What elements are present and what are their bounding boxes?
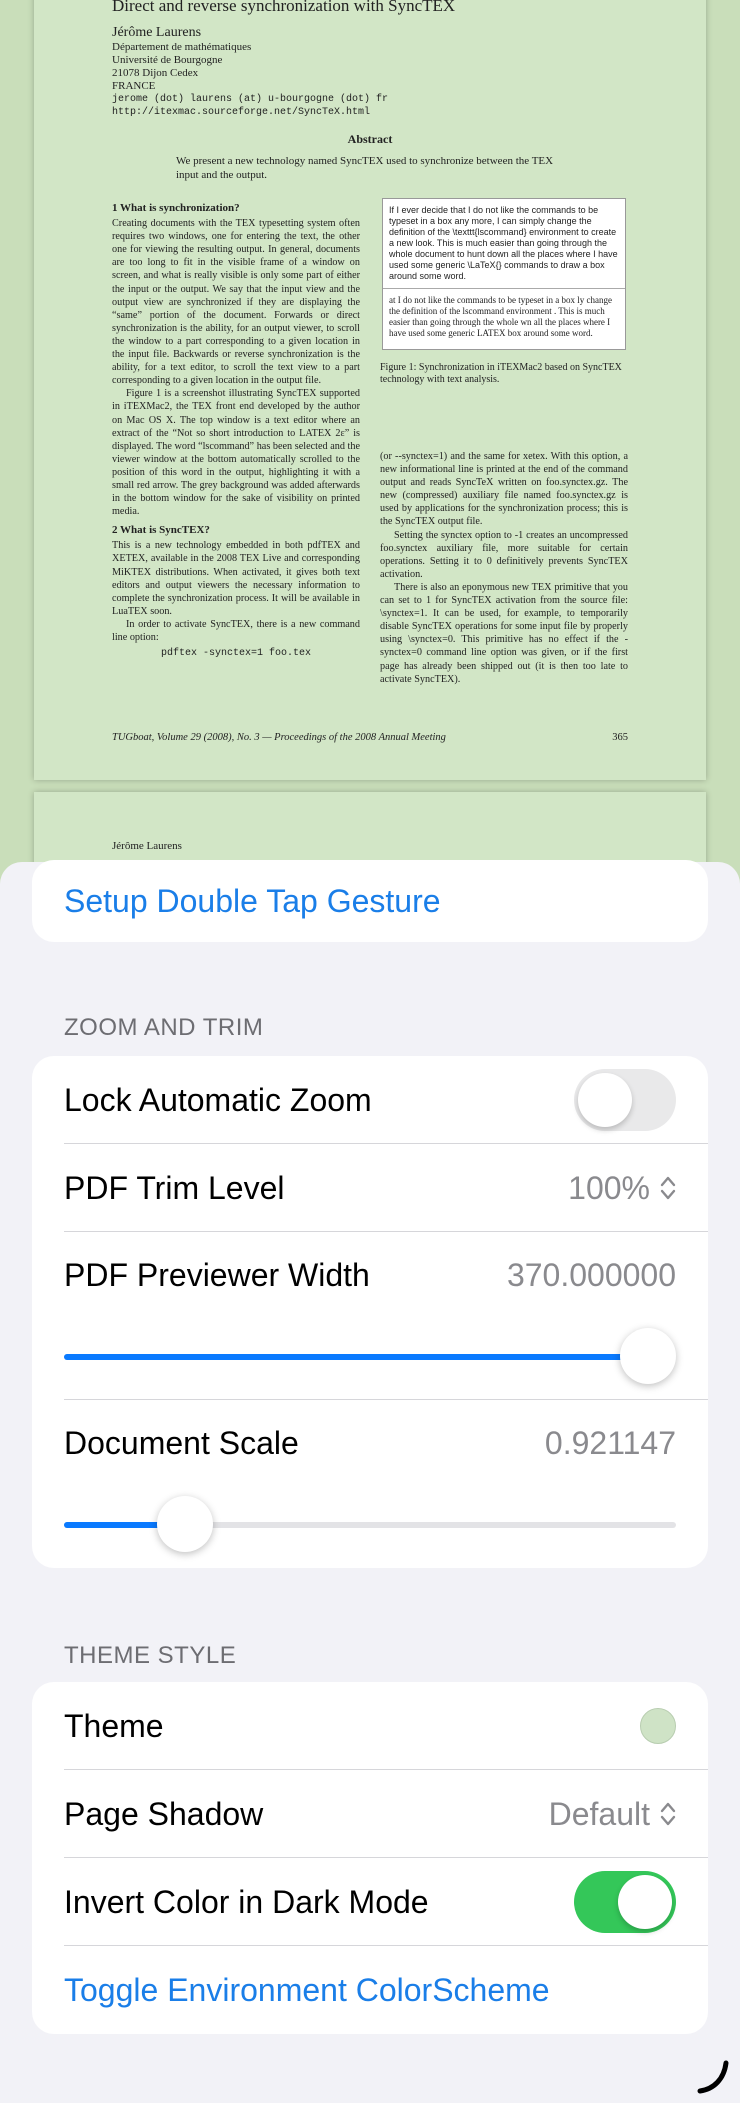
toggle-env-row[interactable]: Toggle Environment ColorScheme xyxy=(32,1946,708,2034)
theme-card: Theme Page Shadow Default Invert Color i… xyxy=(32,1682,708,2034)
page-footer: TUGboat, Volume 29 (2008), No. 3 — Proce… xyxy=(112,732,446,743)
section-title: 1 What is synchronization? xyxy=(112,202,240,214)
setup-double-tap-link[interactable]: Setup Double Tap Gesture xyxy=(64,883,441,920)
command-line: pdftex -synctex=1 foo.tex xyxy=(160,648,312,660)
paragraph: Creating documents with the TEX typesett… xyxy=(112,218,360,387)
author-email: jerome (dot) laurens (at) u-bourgogne (d… xyxy=(112,94,389,105)
invert-color-row: Invert Color in Dark Mode xyxy=(32,1858,708,1946)
trim-level-text: 100% xyxy=(568,1169,650,1206)
document-scale-value: 0.921147 xyxy=(544,1424,676,1461)
theme-row[interactable]: Theme xyxy=(32,1682,708,1770)
pdf-viewer[interactable]: Direct and reverse synchronization with … xyxy=(0,0,740,992)
pdf-page: Direct and reverse synchronization with … xyxy=(34,0,706,780)
paragraph: Setting the synctex option to -1 creates… xyxy=(380,529,628,580)
paragraph: (or --synctex=1) and the same for xetex.… xyxy=(380,451,628,528)
page-shadow-value[interactable]: Default xyxy=(549,1796,676,1833)
previewer-width-slider[interactable] xyxy=(32,1318,708,1400)
author-line: Université de Bourgogne xyxy=(112,54,223,66)
section-title: 2 What is SyncTEX? xyxy=(112,524,210,537)
right-column: (or --synctex=1) and the same for xetex.… xyxy=(380,450,628,686)
paragraph: This is a new technology embedded in bot… xyxy=(112,540,360,617)
invert-color-toggle[interactable] xyxy=(574,1871,676,1933)
figure-viewer-text: at I do not like the commands to be type… xyxy=(383,288,625,345)
abstract-heading: Abstract xyxy=(347,132,393,146)
gesture-card: Setup Double Tap Gesture xyxy=(32,860,708,942)
toggle-env-colorscheme-link[interactable]: Toggle Environment ColorScheme xyxy=(64,1972,550,2009)
author-block: Jérôme Laurens Département de mathématiq… xyxy=(112,24,388,119)
page-shadow-row[interactable]: Page Shadow Default xyxy=(32,1770,708,1858)
chevron-up-down-icon xyxy=(660,1174,676,1202)
toggle-knob xyxy=(578,1073,632,1127)
slider-track xyxy=(64,1328,676,1384)
zoom-card: Lock Automatic Zoom PDF Trim Level 100% … xyxy=(32,1056,708,1568)
invert-color-label: Invert Color in Dark Mode xyxy=(64,1883,429,1920)
figure-editor-text: If I ever decide that I do not like the … xyxy=(389,205,618,281)
slider-track xyxy=(64,1496,676,1552)
author-name: Jérôme Laurens xyxy=(112,25,202,40)
page-shadow-label: Page Shadow xyxy=(64,1795,264,1832)
paragraph: In order to activate SyncTEX, there is a… xyxy=(112,618,360,643)
author-line: FRANCE xyxy=(112,80,156,92)
theme-color-swatch[interactable] xyxy=(640,1708,676,1744)
lock-zoom-row: Lock Automatic Zoom xyxy=(32,1056,708,1144)
slider-thumb[interactable] xyxy=(157,1496,214,1552)
trim-level-label: PDF Trim Level xyxy=(64,1169,285,1206)
document-scale-label: Document Scale xyxy=(64,1424,299,1461)
page-shadow-text: Default xyxy=(548,1795,650,1832)
trim-level-row[interactable]: PDF Trim Level 100% xyxy=(32,1144,708,1232)
page-number: 365 xyxy=(612,732,628,743)
chevron-up-down-icon xyxy=(660,1800,676,1828)
pdf-title: Direct and reverse synchronization with … xyxy=(112,0,456,15)
resize-handle-icon[interactable] xyxy=(694,2059,730,2095)
figure-caption: Figure 1: Synchronization in iTEXMac2 ba… xyxy=(380,362,622,385)
author-line: 21078 Dijon Cedex xyxy=(112,67,199,79)
slider-thumb[interactable] xyxy=(620,1328,676,1384)
abstract-text: We present a new technology named SyncTE… xyxy=(176,155,554,181)
document-scale-slider[interactable] xyxy=(32,1486,708,1568)
author-url: http://itexmac.sourceforge.net/SyncTeX.h… xyxy=(112,107,371,118)
document-scale-row: Document Scale 0.921147 xyxy=(32,1400,708,1486)
theme-label: Theme xyxy=(64,1707,164,1744)
figure-screenshot: If I ever decide that I do not like the … xyxy=(382,198,626,350)
paragraph: Figure 1 is a screenshot illustrating Sy… xyxy=(112,388,360,518)
previewer-width-value: 370.000000 xyxy=(506,1256,676,1293)
paragraph: There is also an eponymous new TEX primi… xyxy=(380,581,628,685)
theme-section-header: THEME STYLE xyxy=(64,1642,237,1669)
left-column: 1 What is synchronization? Creating docu… xyxy=(112,198,360,660)
toggle-knob xyxy=(618,1875,672,1929)
trim-level-value[interactable]: 100% xyxy=(568,1170,676,1207)
author-line: Département de mathématiques xyxy=(112,41,252,53)
lock-zoom-label: Lock Automatic Zoom xyxy=(64,1081,372,1118)
previewer-width-label: PDF Previewer Width xyxy=(64,1256,370,1293)
zoom-section-header: ZOOM AND TRIM xyxy=(64,1014,264,1041)
previewer-width-row: PDF Previewer Width 370.000000 xyxy=(32,1232,708,1318)
lock-zoom-toggle[interactable] xyxy=(574,1069,676,1131)
gesture-row[interactable]: Setup Double Tap Gesture xyxy=(32,860,708,942)
settings-sheet: Setup Double Tap Gesture ZOOM AND TRIM L… xyxy=(0,860,740,2103)
slider-fill xyxy=(64,1354,648,1360)
page-header: Jérôme Laurens xyxy=(112,840,182,852)
